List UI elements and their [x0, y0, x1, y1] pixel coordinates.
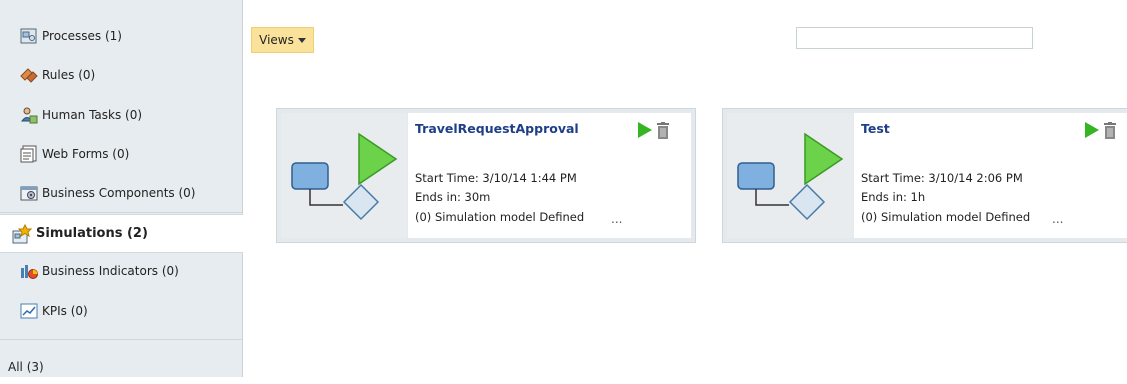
sidebar-item-label: Business Components (0)	[42, 186, 196, 200]
sidebar-item-label: Processes (1)	[42, 29, 122, 43]
sidebar-item-label: Simulations (2)	[36, 226, 148, 241]
simulation-model: (0) Simulation model Defined	[415, 210, 585, 224]
ends-in: Ends in: 1h	[861, 190, 926, 204]
sidebar-item-label: Human Tasks (0)	[42, 108, 143, 122]
views-button[interactable]: Views	[251, 27, 314, 53]
sidebar-item-web-forms[interactable]: Web Forms (0)	[0, 137, 242, 171]
sidebar-item-label: Rules (0)	[42, 68, 96, 82]
sidebar-item-all[interactable]: All (3)	[0, 350, 242, 384]
simulation-title[interactable]: TravelRequestApproval	[415, 121, 579, 136]
search-input[interactable]	[796, 27, 1033, 49]
process-diagram-thumbnail	[727, 113, 853, 238]
sidebar-item-business-indicators[interactable]: Business Indicators (0)	[0, 254, 242, 288]
sidebar-item-simulations[interactable]: Simulations (2)	[0, 214, 243, 253]
views-label: Views	[259, 33, 294, 47]
simulation-card[interactable]: TravelRequestApproval Start Time: 3/10/1…	[276, 108, 696, 243]
process-icon	[20, 27, 38, 45]
sidebar-item-label: Web Forms (0)	[42, 147, 130, 161]
simulation-title[interactable]: Test	[861, 121, 890, 136]
sidebar-item-label: Business Indicators (0)	[42, 264, 179, 278]
sidebar-item-processes[interactable]: Processes (1)	[0, 19, 242, 53]
simulation-icon	[12, 223, 32, 244]
sidebar-item-kpis[interactable]: KPIs (0)	[0, 294, 242, 328]
simulation-model: (0) Simulation model Defined	[861, 210, 1031, 224]
simulation-info: TravelRequestApproval Start Time: 3/10/1…	[408, 113, 691, 238]
trash-icon[interactable]	[656, 122, 670, 139]
divider	[0, 212, 242, 213]
start-time: Start Time: 3/10/14 2:06 PM	[861, 171, 1023, 185]
more-menu[interactable]: ...	[611, 212, 622, 226]
sidebar-item-human-tasks[interactable]: Human Tasks (0)	[0, 98, 242, 132]
simulation-info: Test Start Time: 3/10/14 2:06 PM Ends in…	[854, 113, 1127, 238]
play-icon[interactable]	[1085, 122, 1099, 138]
human-task-icon	[20, 106, 38, 124]
simulation-card[interactable]: Test Start Time: 3/10/14 2:06 PM Ends in…	[722, 108, 1127, 243]
web-form-icon	[20, 145, 38, 163]
divider	[0, 339, 242, 340]
start-time: Start Time: 3/10/14 1:44 PM	[415, 171, 577, 185]
sidebar-item-label: KPIs (0)	[42, 304, 88, 318]
business-indicator-icon	[20, 262, 38, 280]
sidebar-item-rules[interactable]: Rules (0)	[0, 58, 242, 92]
trash-icon[interactable]	[1103, 122, 1117, 139]
chevron-down-icon	[297, 37, 306, 43]
sidebar-item-business-components[interactable]: Business Components (0)	[0, 176, 242, 210]
rules-icon	[20, 66, 38, 84]
play-icon[interactable]	[638, 122, 652, 138]
sidebar-item-label: All (3)	[8, 360, 44, 374]
kpi-icon	[20, 302, 38, 320]
process-diagram-thumbnail	[281, 113, 407, 238]
ends-in: Ends in: 30m	[415, 190, 491, 204]
sidebar: Processes (1) Rules (0) Human Tasks (0) …	[0, 0, 243, 377]
business-component-icon	[20, 184, 38, 202]
more-menu[interactable]: ...	[1052, 212, 1063, 226]
